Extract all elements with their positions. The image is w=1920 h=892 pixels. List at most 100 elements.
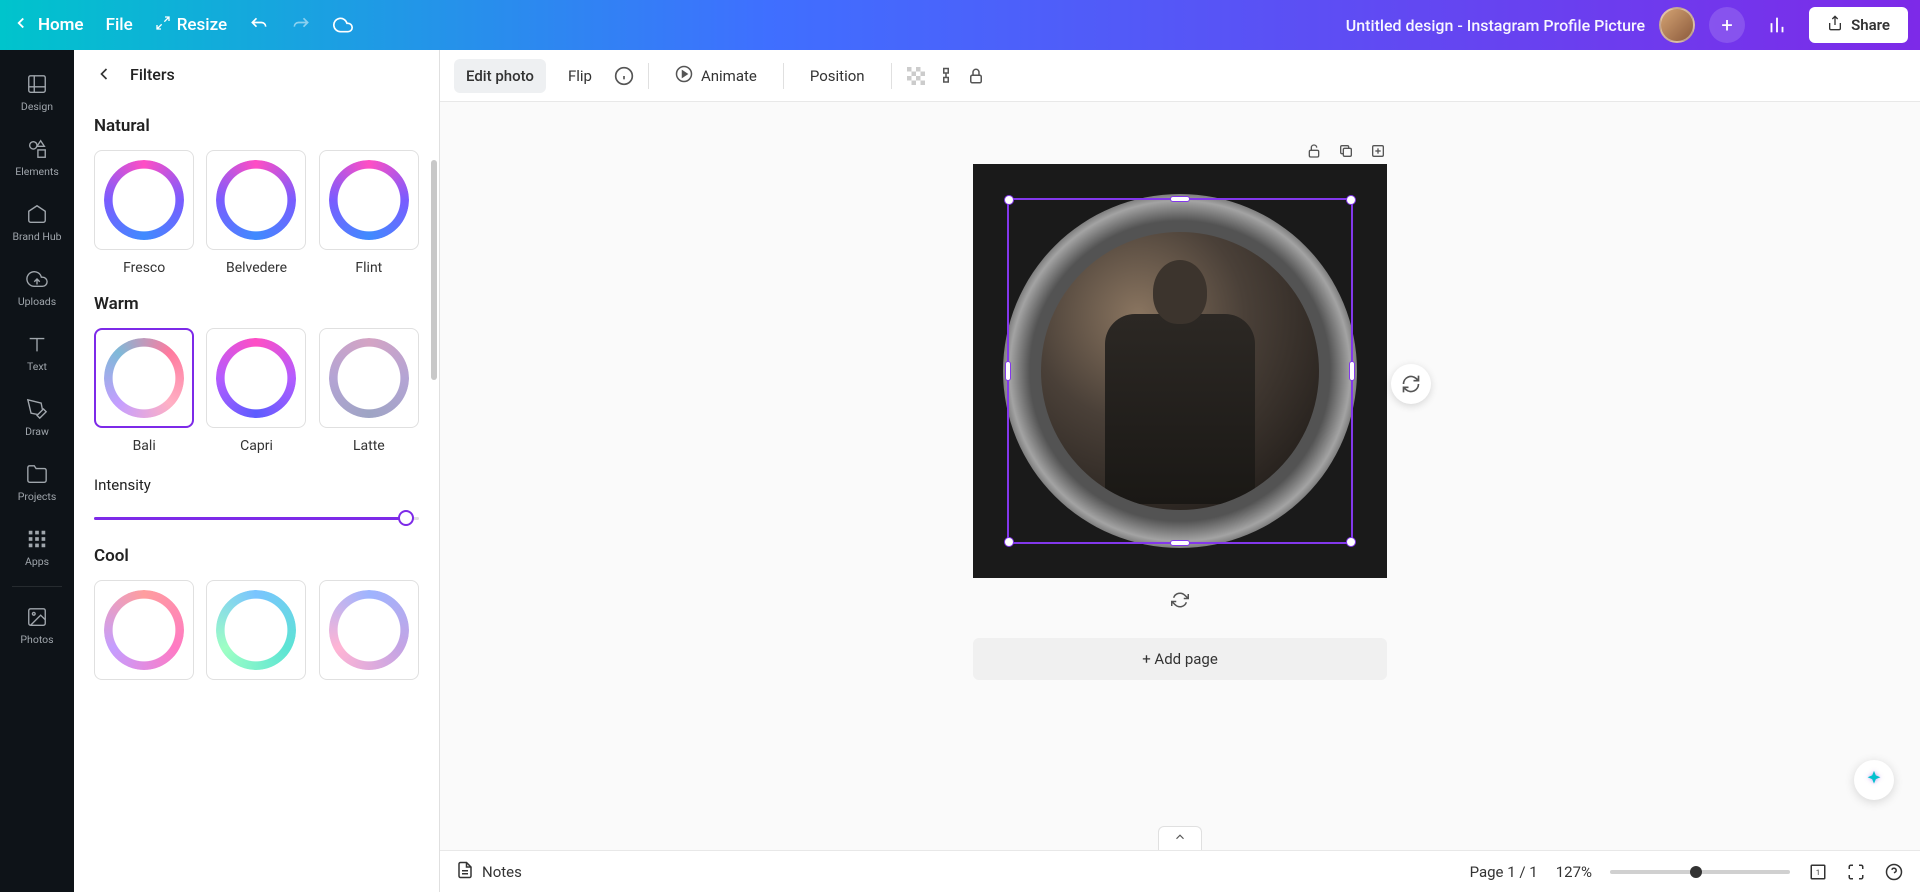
design-icon [25, 72, 49, 96]
home-label: Home [38, 15, 84, 35]
resize-handle-tr[interactable] [1346, 195, 1356, 205]
info-button[interactable] [614, 66, 634, 86]
edit-photo-button[interactable]: Edit photo [454, 59, 546, 93]
selection-box[interactable] [1007, 198, 1353, 544]
add-collaborator-button[interactable]: + [1709, 7, 1745, 43]
back-button[interactable] [94, 64, 114, 84]
resize-handle-l[interactable] [1005, 361, 1011, 381]
link-button[interactable] [936, 66, 956, 86]
rail-label: Brand Hub [12, 230, 61, 243]
cloud-sync-icon[interactable] [333, 15, 353, 35]
flip-button[interactable]: Flip [556, 59, 604, 93]
filter-latte[interactable]: Latte [319, 328, 419, 454]
rail-uploads[interactable]: Uploads [0, 255, 74, 320]
rail-photos[interactable]: Photos [0, 593, 74, 658]
zoom-percentage[interactable]: 127% [1556, 863, 1592, 881]
resize-icon [155, 15, 171, 36]
resize-button[interactable]: Resize [155, 15, 227, 36]
filter-label: Belvedere [226, 260, 287, 276]
rail-label: Text [27, 360, 47, 373]
redo-button[interactable] [291, 15, 311, 35]
canvas-scroll[interactable]: + Add page [440, 102, 1920, 850]
zoom-slider-thumb[interactable] [1690, 866, 1702, 878]
projects-icon [25, 462, 49, 486]
filter-label: Latte [353, 438, 385, 454]
resize-handle-r[interactable] [1349, 361, 1355, 381]
intensity-slider[interactable] [94, 508, 419, 528]
resize-handle-tl[interactable] [1004, 195, 1014, 205]
resize-handle-br[interactable] [1346, 537, 1356, 547]
design-page[interactable] [973, 164, 1387, 578]
expand-pages-tab[interactable] [1158, 826, 1202, 850]
filter-label: Fresco [123, 260, 165, 276]
position-button[interactable]: Position [798, 59, 877, 93]
resize-handle-bl[interactable] [1004, 537, 1014, 547]
share-label: Share [1851, 16, 1890, 34]
top-header: Home File Resize Untitled design - Insta… [0, 0, 1920, 50]
rail-elements[interactable]: Elements [0, 125, 74, 190]
magic-button[interactable] [1854, 760, 1894, 800]
transparency-button[interactable] [906, 66, 926, 86]
fullscreen-button[interactable] [1846, 862, 1866, 882]
add-page-button[interactable]: + Add page [973, 638, 1387, 680]
header-right: Untitled design - Instagram Profile Pict… [1346, 7, 1908, 43]
share-button[interactable]: Share [1809, 7, 1908, 43]
help-button[interactable] [1884, 862, 1904, 882]
zoom-slider[interactable] [1610, 870, 1790, 874]
design-title[interactable]: Untitled design - Instagram Profile Pict… [1346, 16, 1645, 35]
rail-label: Uploads [18, 295, 56, 308]
notes-button[interactable]: Notes [456, 861, 522, 883]
canvas-inner: + Add page [440, 102, 1920, 720]
filter-flint[interactable]: Flint [319, 150, 419, 276]
natural-grid: Fresco Belvedere Flint [94, 150, 419, 276]
filter-thumb [319, 328, 419, 428]
page-indicator[interactable]: Page 1 / 1 [1470, 863, 1538, 881]
undo-button[interactable] [249, 15, 269, 35]
panel-body: Natural Fresco Belvedere Flint Warm [74, 98, 439, 892]
rail-brand-hub[interactable]: Brand Hub [0, 190, 74, 255]
filter-capri[interactable]: Capri [206, 328, 306, 454]
rail-projects[interactable]: Projects [0, 450, 74, 515]
ai-action-button[interactable] [1391, 364, 1431, 404]
filter-cool-1[interactable] [94, 580, 194, 680]
rotate-button[interactable] [1168, 588, 1192, 612]
slider-track [94, 517, 419, 520]
brand-hub-icon [25, 202, 49, 226]
rail-divider [12, 586, 62, 587]
home-link[interactable]: Home [12, 14, 84, 37]
user-avatar[interactable] [1659, 7, 1695, 43]
rail-design[interactable]: Design [0, 60, 74, 125]
rail-apps[interactable]: Apps [0, 515, 74, 580]
animate-label: Animate [701, 67, 757, 85]
duplicate-page-icon[interactable] [1337, 142, 1355, 160]
resize-handle-t[interactable] [1170, 196, 1190, 202]
filter-bali[interactable]: Bali [94, 328, 194, 454]
file-menu[interactable]: File [106, 15, 133, 35]
add-page-icon[interactable] [1369, 142, 1387, 160]
filter-fresco[interactable]: Fresco [94, 150, 194, 276]
animate-button[interactable]: Animate [663, 57, 769, 95]
filter-thumb [94, 580, 194, 680]
rail-text[interactable]: Text [0, 320, 74, 385]
resize-handle-b[interactable] [1170, 540, 1190, 546]
apps-icon [25, 527, 49, 551]
notes-label: Notes [482, 863, 522, 881]
notes-icon [456, 861, 474, 883]
lock-page-icon[interactable] [1305, 142, 1323, 160]
grid-view-button[interactable]: 1 [1808, 862, 1828, 882]
slider-thumb[interactable] [398, 510, 414, 526]
filter-thumb [94, 150, 194, 250]
rail-draw[interactable]: Draw [0, 385, 74, 450]
filter-thumb [206, 580, 306, 680]
filter-cool-3[interactable] [319, 580, 419, 680]
panel-scrollbar[interactable] [431, 160, 437, 380]
lock-button[interactable] [966, 66, 986, 86]
animate-icon [675, 65, 693, 87]
category-cool-title: Cool [94, 546, 419, 566]
cool-grid [94, 580, 419, 680]
filter-belvedere[interactable]: Belvedere [206, 150, 306, 276]
insights-button[interactable] [1759, 7, 1795, 43]
filter-cool-2[interactable] [206, 580, 306, 680]
draw-icon [25, 397, 49, 421]
elements-icon [25, 137, 49, 161]
